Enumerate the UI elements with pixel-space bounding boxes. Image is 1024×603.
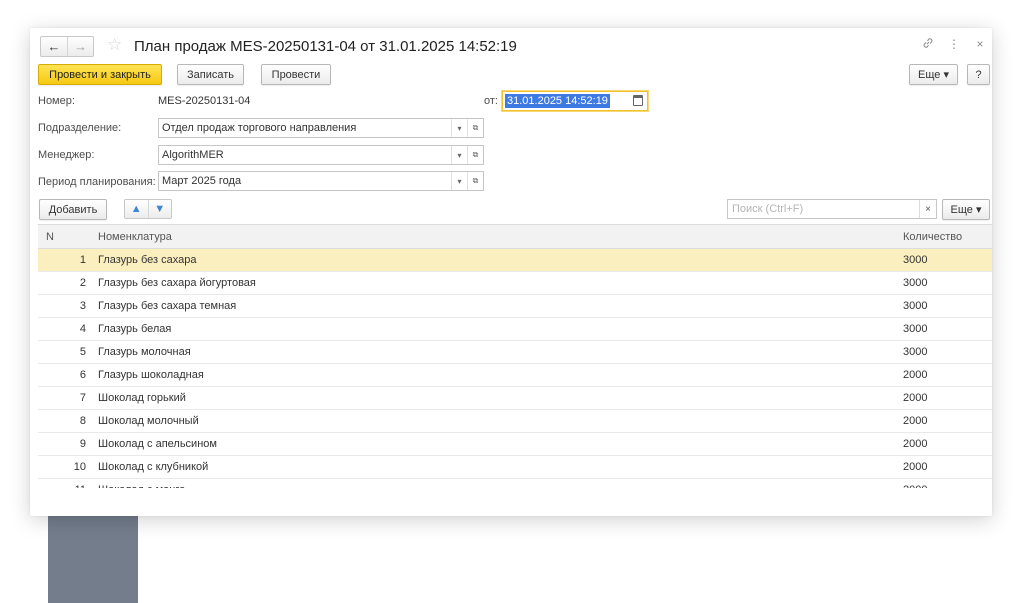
table-row[interactable]: 6 Глазурь шоколадная 2000	[38, 364, 992, 387]
navigation-buttons: ← →	[40, 36, 94, 57]
row-quantity: 2000	[903, 392, 928, 404]
link-icon[interactable]	[922, 37, 934, 52]
title-bar: ← → ☆ План продаж MES-20250131-04 от 31.…	[30, 28, 992, 62]
page-title: План продаж MES-20250131-04 от 31.01.202…	[134, 38, 517, 55]
row-quantity: 3000	[903, 254, 928, 266]
more-button[interactable]: Еще ▾	[909, 64, 958, 85]
add-button[interactable]: Добавить	[39, 199, 107, 220]
calendar-icon[interactable]	[633, 95, 643, 106]
open-icon[interactable]: ⧉	[467, 119, 483, 137]
date-label: от:	[484, 95, 498, 107]
table-row[interactable]: 11 Шоколад с манго 2000	[38, 479, 992, 488]
period-value: Март 2025 года	[162, 175, 242, 187]
manager-value: AlgorithMER	[162, 149, 224, 161]
row-quantity: 3000	[903, 277, 928, 289]
row-item-name: Глазурь шоколадная	[98, 369, 204, 381]
table-row[interactable]: 1 Глазурь без сахара 3000	[38, 249, 992, 272]
window-controls: ⋮ ×	[922, 37, 986, 52]
arrow-up-icon[interactable]: ▲	[125, 200, 148, 218]
row-number: 4	[79, 323, 86, 335]
chevron-down-icon[interactable]: ▾	[451, 172, 467, 190]
date-value: 31.01.2025 14:52:19	[505, 94, 610, 108]
row-number: 8	[79, 415, 86, 427]
row-number: 3	[79, 300, 86, 312]
department-value: Отдел продаж торгового направления	[162, 122, 357, 134]
help-button[interactable]: ?	[967, 64, 990, 85]
search-placeholder: Поиск (Ctrl+F)	[732, 203, 804, 215]
table-row[interactable]: 8 Шоколад молочный 2000	[38, 410, 992, 433]
row-number: 2	[79, 277, 86, 289]
document-window: ← → ☆ План продаж MES-20250131-04 от 31.…	[30, 28, 992, 516]
command-bar: Провести и закрыть Записать Провести Еще…	[38, 62, 990, 85]
manager-field[interactable]: AlgorithMER ▾ ⧉	[158, 145, 484, 165]
row-item-name: Шоколад с клубникой	[98, 461, 209, 473]
row-number: 11	[38, 484, 86, 488]
date-field[interactable]: 31.01.2025 14:52:19	[502, 91, 648, 111]
table-row[interactable]: 10 Шоколад с клубникой 2000	[38, 456, 992, 479]
row-quantity: 3000	[903, 323, 928, 335]
row-quantity: 2000	[903, 438, 928, 450]
chevron-down-icon[interactable]: ▾	[451, 146, 467, 164]
save-button[interactable]: Записать	[177, 64, 244, 85]
search-input[interactable]: Поиск (Ctrl+F) ×	[727, 199, 937, 219]
number-value: MES-20250131-04	[158, 95, 251, 107]
table-row[interactable]: 9 Шоколад с апельсином 2000	[38, 433, 992, 456]
row-number: 10	[73, 461, 86, 473]
row-item-name: Глазурь молочная	[98, 346, 191, 358]
clear-icon[interactable]: ×	[919, 200, 936, 218]
row-item-name: Шоколад молочный	[98, 415, 199, 427]
row-item-name: Глазурь без сахара темная	[98, 300, 237, 312]
more-vertical-icon[interactable]: ⋮	[948, 37, 960, 52]
table-row[interactable]: 3 Глазурь без сахара темная 3000	[38, 295, 992, 318]
row-item-name: Шоколад горький	[98, 392, 186, 404]
table-row[interactable]: 2 Глазурь без сахара йогуртовая 3000	[38, 272, 992, 295]
background-panel	[48, 515, 138, 603]
open-icon[interactable]: ⧉	[467, 172, 483, 190]
row-quantity: 2000	[903, 369, 928, 381]
row-quantity: 2000	[903, 415, 928, 427]
star-icon[interactable]: ☆	[107, 36, 122, 53]
post-and-close-button[interactable]: Провести и закрыть	[38, 64, 162, 85]
row-quantity: 3000	[903, 346, 928, 358]
close-icon[interactable]: ×	[974, 37, 986, 52]
header-n[interactable]: N	[46, 231, 54, 243]
table-row[interactable]: 4 Глазурь белая 3000	[38, 318, 992, 341]
manager-label: Менеджер:	[38, 149, 95, 161]
table-body: 1 Глазурь без сахара 3000 2 Глазурь без саха…	[38, 249, 992, 488]
header-name[interactable]: Номенклатура	[98, 231, 172, 243]
department-field[interactable]: Отдел продаж торгового направления ▾ ⧉	[158, 118, 484, 138]
forward-icon[interactable]: →	[67, 37, 93, 56]
header-qty[interactable]: Количество	[903, 231, 962, 243]
row-number: 1	[79, 254, 86, 266]
row-item-name: Глазурь без сахара	[98, 254, 197, 266]
table-row[interactable]: 5 Глазурь молочная 3000	[38, 341, 992, 364]
row-quantity: 2000	[903, 484, 927, 488]
move-buttons: ▲ ▼	[124, 199, 172, 219]
row-item-name: Шоколад с манго	[98, 484, 185, 488]
row-item-name: Глазурь без сахара йогуртовая	[98, 277, 256, 289]
row-item-name: Шоколад с апельсином	[98, 438, 217, 450]
table-more-button[interactable]: Еще ▾	[942, 199, 990, 220]
row-quantity: 2000	[903, 461, 928, 473]
period-field[interactable]: Март 2025 года ▾ ⧉	[158, 171, 484, 191]
back-icon[interactable]: ←	[41, 37, 67, 56]
number-label: Номер:	[38, 95, 75, 107]
table-header: N Номенклатура Количество	[38, 225, 992, 249]
arrow-down-icon[interactable]: ▼	[147, 200, 172, 218]
chevron-down-icon[interactable]: ▾	[451, 119, 467, 137]
row-number: 9	[79, 438, 86, 450]
row-number: 6	[79, 369, 86, 381]
period-label: Период планирования:	[38, 176, 156, 188]
row-number: 7	[79, 392, 86, 404]
table-row[interactable]: 7 Шоколад горький 2000	[38, 387, 992, 410]
row-quantity: 3000	[903, 300, 928, 312]
post-button[interactable]: Провести	[261, 64, 331, 85]
open-icon[interactable]: ⧉	[467, 146, 483, 164]
row-item-name: Глазурь белая	[98, 323, 172, 335]
items-table: N Номенклатура Количество 1 Глазурь без с…	[38, 224, 992, 488]
row-number: 5	[79, 346, 86, 358]
department-label: Подразделение:	[38, 122, 122, 134]
